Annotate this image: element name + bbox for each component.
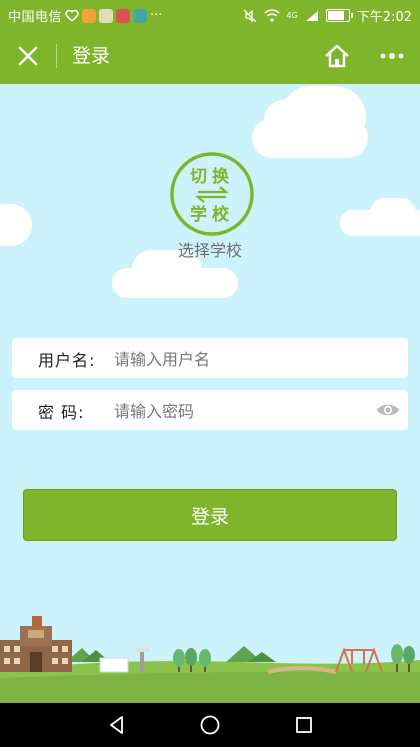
carrier-name: 中国电信: [8, 10, 63, 25]
home-icon[interactable]: [322, 41, 352, 71]
app-notification-icon: [99, 8, 114, 23]
close-icon[interactable]: [14, 42, 42, 70]
switch-badge-bottom: 学校: [190, 204, 234, 225]
switch-school-label[interactable]: 选择学校: [150, 237, 270, 261]
battery-level: [327, 11, 344, 20]
swap-arrows-icon: [194, 186, 230, 203]
switch-school-badge: 切换 学校: [170, 152, 254, 236]
app-notification-icon: [133, 8, 148, 23]
cloud: [264, 100, 314, 140]
password-label: 密 码:: [38, 403, 85, 422]
mute-icon: [243, 8, 256, 23]
title-bar: 登录: [0, 28, 420, 84]
network-type: 4G: [286, 10, 298, 20]
status-bar-left: 中国电信 ···: [8, 6, 162, 25]
status-bar: 中国电信 ··· 4G 下午2:02: [0, 0, 420, 28]
app-notification-icon: [82, 8, 97, 23]
switch-school-button[interactable]: 切换 学校: [168, 150, 256, 242]
show-password-icon[interactable]: [376, 401, 400, 419]
app-notification-icon: [116, 8, 131, 23]
back-icon[interactable]: [106, 714, 128, 736]
more-icon[interactable]: [378, 42, 406, 70]
home-circle-icon[interactable]: [199, 714, 221, 736]
clock: 下午2:02: [356, 10, 412, 25]
password-row: 密 码:: [12, 390, 408, 430]
battery-icon: [325, 9, 353, 22]
wifi-icon: [263, 9, 280, 22]
status-bar-right: 4G 下午2:02: [243, 6, 412, 25]
page-title: 登录: [72, 45, 111, 67]
username-label: 用户名:: [38, 351, 96, 370]
username-input[interactable]: [112, 344, 376, 374]
system-navigation-bar: [0, 703, 420, 747]
username-row: 用户名:: [12, 338, 408, 378]
signal-icon: [305, 10, 318, 21]
switch-badge-top: 切换: [190, 166, 234, 187]
recent-apps-icon[interactable]: [293, 714, 315, 736]
cloud: [0, 204, 32, 246]
login-button[interactable]: 登录: [23, 489, 397, 541]
password-input[interactable]: [112, 396, 376, 426]
heart-icon: [65, 9, 79, 22]
title-divider: [56, 44, 57, 68]
cloud: [370, 198, 416, 228]
more-notifications: ···: [150, 8, 163, 23]
campus-illustration: [0, 616, 420, 703]
